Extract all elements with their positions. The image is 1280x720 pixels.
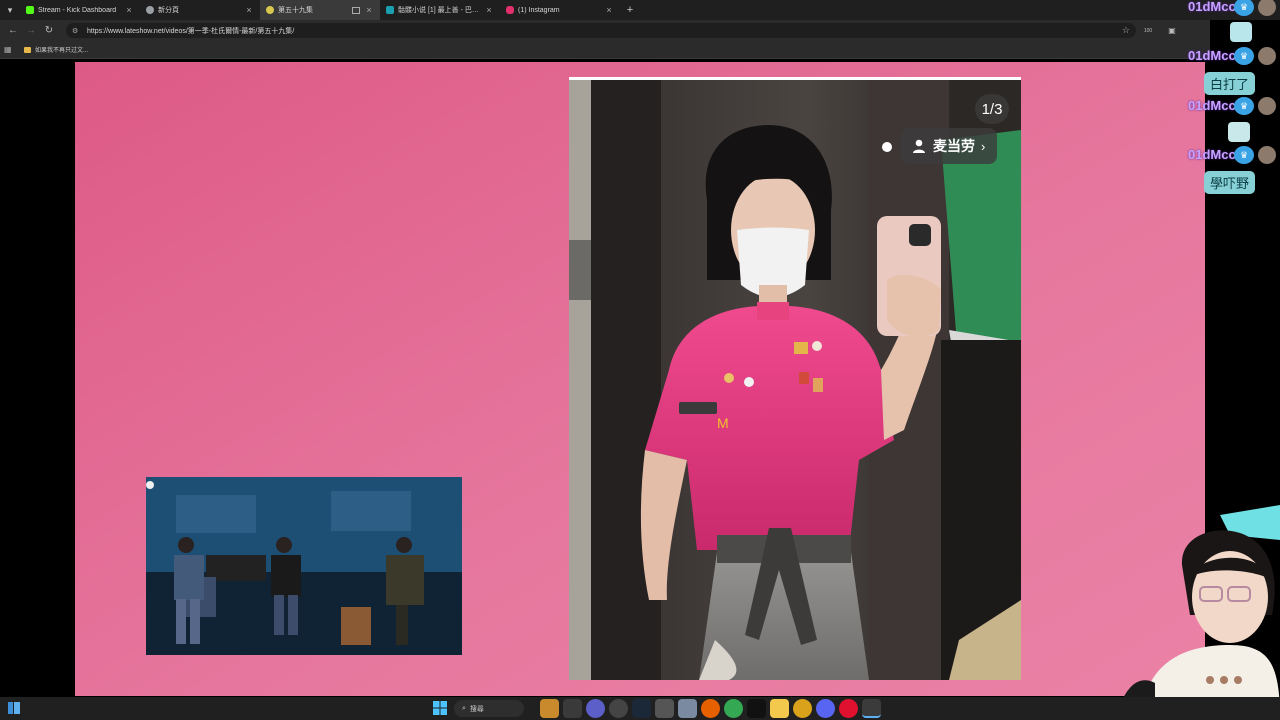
- discord-icon[interactable]: [816, 699, 835, 718]
- close-tab-icon[interactable]: ×: [244, 5, 254, 15]
- avatar: [1258, 146, 1276, 164]
- capcut-icon[interactable]: [747, 699, 766, 718]
- site-info-icon[interactable]: ⚙: [72, 27, 81, 35]
- tab-title: 骷髅小说 [1] 最上善 - 巴啦啦啦: [398, 7, 484, 14]
- chat-username: 01dMcc: [1188, 48, 1236, 63]
- url-text[interactable]: https://www.lateshow.net/videos/第一季-杜氏爾情…: [87, 26, 1122, 36]
- svg-text:M: M: [717, 415, 729, 431]
- crown-badge-icon: ♛: [1234, 0, 1254, 16]
- selfie-illustration: M: [569, 80, 1021, 680]
- bookmarks-bar: ▦ 如果我不再只过文...: [0, 41, 1210, 59]
- post-photo[interactable]: M 1/3 麦当劳 ›: [569, 80, 1021, 680]
- taskbar-widget-icon[interactable]: [540, 699, 559, 718]
- emote-icon: [1228, 122, 1250, 142]
- tab-title: Stream - Kick Dashboard: [38, 6, 117, 14]
- windows-start-icon[interactable]: [432, 700, 448, 716]
- task-view-icon[interactable]: [563, 699, 582, 718]
- tab-search-menu-icon[interactable]: ▾: [0, 0, 20, 20]
- back-icon[interactable]: ←: [4, 25, 22, 36]
- close-tab-icon[interactable]: ×: [484, 5, 494, 15]
- tab-new-tab[interactable]: 新分頁 ×: [140, 0, 260, 20]
- chat-username: 01dMcc: [1188, 98, 1236, 113]
- coin-icon[interactable]: [793, 699, 812, 718]
- close-tab-icon[interactable]: ×: [364, 5, 374, 15]
- chrome-active-icon[interactable]: [862, 699, 881, 718]
- reload-icon[interactable]: ↻: [40, 25, 58, 36]
- tab-title: 第五十九集: [278, 7, 313, 14]
- address-bar[interactable]: ⚙ https://www.lateshow.net/videos/第一季-杜氏…: [66, 23, 1136, 38]
- search-label: 搜尋: [469, 705, 484, 713]
- chat-app-icon[interactable]: [586, 699, 605, 718]
- taskbar: ⌕ 搜尋: [0, 697, 1280, 720]
- instagram-favicon-icon: [506, 6, 514, 14]
- tab-instagram[interactable]: (1) Instagram ×: [500, 0, 620, 20]
- tab-kick-dashboard[interactable]: Stream - Kick Dashboard ×: [20, 0, 140, 20]
- tab-title: 新分頁: [158, 7, 179, 14]
- chat-username: 01dMcc: [1188, 147, 1236, 162]
- user-tag-label: 麦当劳: [933, 138, 975, 154]
- crown-badge-icon: ♛: [1234, 47, 1254, 65]
- close-tab-icon[interactable]: ×: [604, 5, 614, 15]
- avatar: [1258, 0, 1276, 16]
- screen: ▾ Stream - Kick Dashboard × 新分頁 × 第五十九集 …: [0, 0, 1280, 720]
- chat-overlay: 01dMcc ♛ 01dMcc ♛ 白打了 01dMcc ♛ 01dMcc ♛ …: [1180, 0, 1280, 200]
- file-explorer-icon[interactable]: [770, 699, 789, 718]
- video-inset[interactable]: [146, 477, 462, 655]
- avatar: [1258, 47, 1276, 65]
- settings-icon[interactable]: [655, 699, 674, 718]
- steam-icon[interactable]: [632, 699, 651, 718]
- globe-favicon-icon: [146, 6, 154, 14]
- chat-message: 學吓野: [1204, 171, 1256, 194]
- extension-counter[interactable]: 100: [1136, 28, 1160, 34]
- apps-grid-icon[interactable]: ▦: [4, 45, 24, 54]
- tab-novel[interactable]: 骷髅小说 [1] 最上善 - 巴啦啦啦 ×: [380, 0, 500, 20]
- bookmark-star-icon[interactable]: ☆: [1122, 25, 1130, 36]
- chat-message: 白打了: [1204, 72, 1256, 95]
- tag-dot: [882, 142, 892, 152]
- crown-badge-icon: ♛: [1234, 97, 1254, 115]
- taskbar-search[interactable]: ⌕ 搜尋: [454, 700, 524, 717]
- chat-username: 01dMcc: [1188, 0, 1236, 14]
- chevron-right-icon: ›: [981, 138, 986, 154]
- forward-icon[interactable]: →: [22, 25, 40, 36]
- firefox-icon[interactable]: [701, 699, 720, 718]
- user-tag-pill[interactable]: 麦当劳 ›: [901, 128, 998, 164]
- streamer-illustration: [1120, 505, 1280, 720]
- bookmark-label: 如果我不再只过文...: [35, 48, 89, 54]
- person-icon: [913, 139, 925, 153]
- studio-scene: [146, 477, 462, 655]
- image-counter-badge: 1/3: [975, 94, 1009, 124]
- obs-icon[interactable]: [609, 699, 628, 718]
- folder-icon: [24, 46, 31, 53]
- avatar: [1258, 97, 1276, 115]
- close-tab-icon[interactable]: ×: [124, 5, 134, 15]
- bookmark-item[interactable]: 如果我不再只过文...: [24, 45, 88, 54]
- kick-favicon-icon: [26, 6, 34, 14]
- chrome-icon[interactable]: [724, 699, 743, 718]
- taskbar-apps: [540, 699, 885, 718]
- opera-icon[interactable]: [839, 699, 858, 718]
- tab-episode-59[interactable]: 第五十九集 ×: [260, 0, 380, 20]
- search-icon: ⌕: [462, 704, 466, 712]
- photos-icon[interactable]: [678, 699, 697, 718]
- streamer-webcam: [1120, 505, 1280, 720]
- browser-toolbar: ← → ↻ ⚙ https://www.lateshow.net/videos/…: [0, 20, 1210, 41]
- emote-face-icon: [1230, 22, 1252, 42]
- tab-strip: ▾ Stream - Kick Dashboard × 新分頁 × 第五十九集 …: [0, 0, 1280, 20]
- picture-in-picture-icon[interactable]: [352, 6, 360, 14]
- widgets-icon[interactable]: [8, 702, 20, 714]
- new-tab-button[interactable]: +: [620, 4, 640, 16]
- site-favicon-icon: [266, 6, 274, 14]
- crown-badge-icon: ♛: [1234, 146, 1254, 164]
- tab-title: (1) Instagram: [518, 6, 560, 14]
- book-favicon-icon: [386, 6, 394, 14]
